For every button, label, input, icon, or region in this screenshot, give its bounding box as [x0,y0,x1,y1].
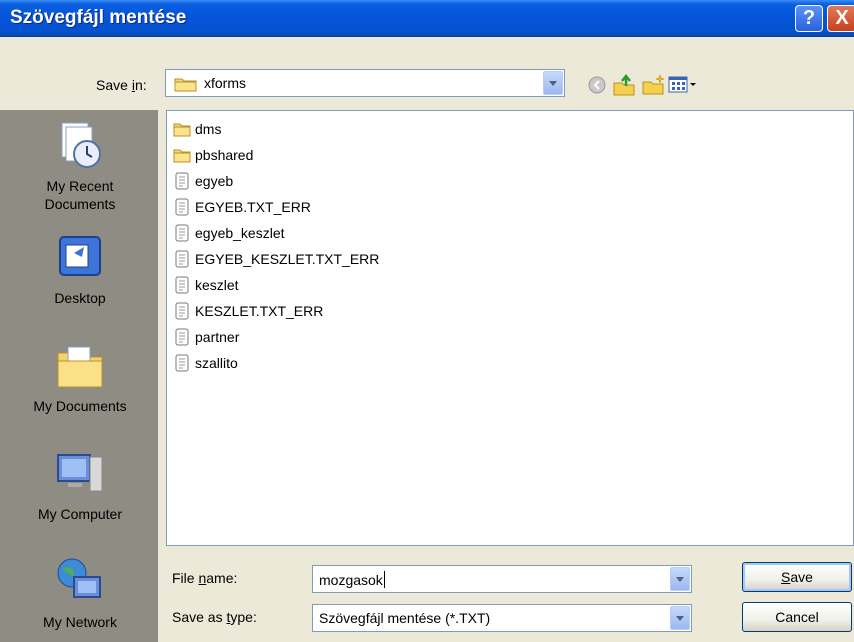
file-name-label: File name: [172,570,238,586]
text-file-icon [175,302,189,320]
text-file-icon [175,224,189,242]
list-item[interactable]: KESZLET.TXT_ERR [173,300,323,322]
place-label: My Recent [46,178,114,194]
place-label: My Computer [37,506,123,522]
up-folder-icon[interactable] [612,74,636,96]
folder-icon [173,123,191,137]
file-name-dropdown-button[interactable] [670,567,690,591]
place-my-computer[interactable]: My Computer [1,447,159,523]
save-in-value: xforms [204,75,246,91]
back-icon[interactable] [586,74,608,96]
file-name-value: mozgasok [319,571,385,588]
list-item[interactable]: dms [173,118,221,140]
save-in-label: Save in: [96,77,147,93]
text-file-icon [175,198,189,216]
text-caret [383,571,385,588]
list-item[interactable]: EGYEB.TXT_ERR [173,196,311,218]
help-button[interactable]: ? [795,5,823,32]
place-label: My Network [43,614,117,630]
place-desktop[interactable]: Desktop [1,231,159,307]
file-list[interactable]: dms pbshared egyeb EGYEB.TXT_ERR egyeb_k… [166,110,854,546]
text-file-icon [175,354,189,372]
chevron-down-icon [676,615,684,621]
text-file-icon [175,250,189,268]
list-item[interactable]: EGYEB_KESZLET.TXT_ERR [173,248,379,270]
list-item[interactable]: partner [173,326,239,348]
list-item[interactable]: egyeb_keszlet [173,222,285,244]
my-computer-icon [57,454,103,492]
place-label: Documents [44,196,116,212]
place-label: Desktop [54,290,106,306]
save-as-type-select[interactable]: Szövegfájl mentése (*.TXT) [312,604,692,632]
folder-icon [174,78,197,92]
place-label: My Documents [33,398,127,414]
place-my-documents[interactable]: My Documents [1,339,159,415]
folder-icon [173,149,191,163]
text-file-icon [175,276,189,294]
close-icon: X [835,7,849,29]
new-folder-icon[interactable] [641,74,667,96]
title-bar[interactable]: Szövegfájl mentése ? X [0,0,854,37]
cancel-button[interactable]: Cancel [742,602,852,632]
save-in-dropdown-button[interactable] [543,71,563,95]
help-icon: ? [802,7,816,29]
desktop-icon [59,236,101,276]
places-bar: My Recent Documents Desktop My Documents… [0,110,158,642]
save-as-type-dropdown-button[interactable] [670,606,690,630]
view-menu-icon[interactable] [668,74,698,96]
place-my-network[interactable]: My Network [1,555,159,631]
window-title: Szövegfájl mentése [10,7,187,28]
close-button[interactable]: X [827,5,854,32]
chevron-down-icon [549,80,557,86]
list-item[interactable]: szallito [173,352,238,374]
save-as-type-label: Save as type: [172,609,257,625]
chevron-down-icon [676,576,684,582]
place-my-recent-documents[interactable]: My Recent Documents [1,119,159,213]
list-item[interactable]: egyeb [173,170,233,192]
recent-documents-icon [61,122,101,168]
text-file-icon [175,172,189,190]
list-item[interactable]: keszlet [173,274,239,296]
save-button[interactable]: Save [742,562,852,592]
list-item[interactable]: pbshared [173,144,253,166]
my-documents-icon [57,346,103,388]
my-network-icon [57,558,101,598]
text-file-icon [175,328,189,346]
save-in-combo[interactable]: xforms [165,69,565,97]
file-name-field[interactable]: mozgasok [312,565,692,593]
save-as-type-value: Szövegfájl mentése (*.TXT) [319,610,491,626]
